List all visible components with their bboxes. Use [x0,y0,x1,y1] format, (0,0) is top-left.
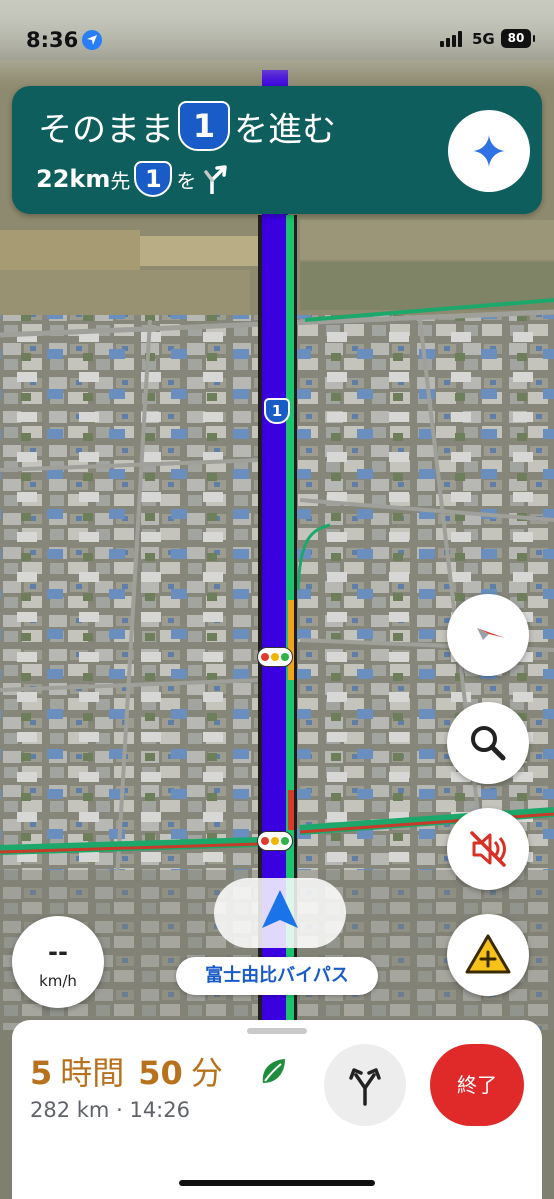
network-type: 5G [472,30,495,48]
next-distance-unit: 先 [110,168,131,193]
cellular-signal-icon [440,31,466,47]
battery-level: 80 [507,31,525,45]
trip-duration: 5 時間 50 分 [30,1048,237,1094]
status-bar: 8:36 5G 80 [0,0,554,78]
duration-hours-label: 時間 [60,1054,125,1092]
map-route-shield: 1 [264,398,290,424]
report-incident-icon [465,934,511,974]
duration-hours: 5 [30,1054,53,1092]
instruction-suffix: を進む [234,109,336,150]
assistant-button[interactable] [448,110,530,192]
next-distance: 22km [36,165,111,193]
search-icon [471,726,506,761]
navigation-instruction-banner[interactable]: そのまま 1 を進む 22km 先 1 を [12,86,542,214]
current-location-puck[interactable] [214,878,346,948]
mute-button[interactable] [447,808,529,890]
report-incident-button[interactable] [447,914,529,996]
next-instruction: 22km 先 1 を [36,161,230,197]
search-button[interactable] [447,702,529,784]
current-road-label: 富士由比バイパス [176,957,378,995]
trip-distance: 282 km [30,1098,110,1122]
speed-value: -- [48,938,68,966]
traffic-light-icon [257,647,293,667]
next-route-shield: 1 [134,161,173,197]
navigation-arrow-icon [262,890,298,928]
primary-instruction: そのまま 1 を進む [38,101,336,151]
traffic-light-icon [257,831,293,851]
trip-separator: · [116,1098,123,1122]
battery-icon: 80 [501,29,535,48]
route-shield: 1 [178,101,230,151]
location-arrow-icon [82,30,102,50]
sheet-drag-handle[interactable] [247,1028,307,1034]
home-indicator[interactable] [179,1180,375,1186]
leaf-icon [262,1059,285,1083]
trip-meta: 282 km · 14:26 [30,1098,190,1122]
sound-off-icon [470,831,506,867]
trip-summary-sheet[interactable]: 5 時間 50 分 282 km · 14:26 終了 [12,1020,542,1199]
alternate-routes-button[interactable] [324,1044,406,1126]
speedometer: -- km/h [12,916,104,1008]
instruction-prefix: そのまま [38,109,174,150]
alternate-routes-icon [349,1068,381,1106]
arrival-time: 14:26 [129,1098,190,1122]
duration-minutes: 50 [138,1054,183,1092]
end-navigation-button[interactable]: 終了 [430,1044,524,1126]
gemini-sparkle-icon [473,135,505,167]
compass-button[interactable] [447,594,529,676]
speed-unit: km/h [39,972,77,990]
duration-minutes-label: 分 [190,1054,223,1092]
next-after-label: を [176,168,197,193]
status-time: 8:36 [26,28,79,52]
compass-icon [477,628,505,640]
fork-right-icon [204,165,228,194]
